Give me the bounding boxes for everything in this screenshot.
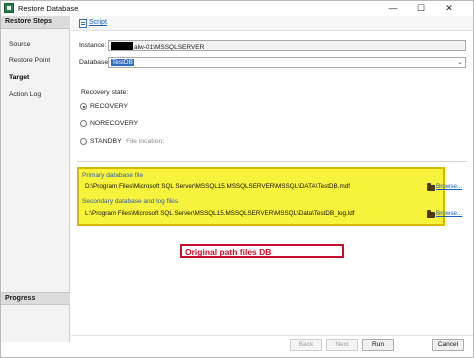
radio-standby-label: STANDBY <box>90 138 122 145</box>
app-icon <box>4 3 14 13</box>
bottom-bar <box>71 335 473 357</box>
window-title: Restore Database <box>18 4 79 13</box>
step-action-log[interactable]: Action Log <box>9 91 41 98</box>
file-location-label: File location: <box>126 138 165 145</box>
back-button[interactable]: Back <box>290 339 322 351</box>
chevron-down-icon: ⌄ <box>457 59 463 66</box>
annotation-box: Original path files DB <box>180 244 344 258</box>
file-paths-highlight: Primary database file D:\Program Files\M… <box>77 167 462 226</box>
secondary-file-path: L:\Program Files\Microsoft SQL Server\MS… <box>85 210 355 217</box>
folder-icon <box>427 210 435 218</box>
database-label: Database: <box>79 59 110 66</box>
primary-browse-link[interactable]: Browse... <box>436 183 462 190</box>
secondary-file-title: Secondary database and log files <box>82 198 179 205</box>
database-select[interactable]: TestDB ⌄ <box>108 57 466 68</box>
redacted-block <box>111 42 133 50</box>
minimize-button[interactable]: — <box>379 1 407 16</box>
cancel-button[interactable]: Cancel <box>432 339 464 351</box>
step-restore-point[interactable]: Restore Point <box>9 57 50 64</box>
primary-file-path: D:\Program Files\Microsoft SQL Server\MS… <box>85 183 351 190</box>
script-icon[interactable] <box>79 19 87 28</box>
step-source[interactable]: Source <box>9 41 31 48</box>
close-button[interactable]: ✕ <box>435 1 463 16</box>
database-value: TestDB <box>111 59 134 66</box>
restore-steps-header: Restore Steps <box>1 16 70 29</box>
progress-header: Progress <box>1 292 70 305</box>
instance-label: Instance: <box>79 42 107 49</box>
script-button[interactable]: Script <box>89 19 107 26</box>
toolbar: Script <box>71 16 473 31</box>
maximize-button[interactable]: ☐ <box>407 1 435 16</box>
radio-norecovery[interactable] <box>80 120 87 127</box>
recovery-state-label: Recovery state: <box>81 89 129 96</box>
next-button[interactable]: Next <box>326 339 358 351</box>
primary-file-title: Primary database file <box>82 172 144 179</box>
step-target[interactable]: Target <box>9 74 29 81</box>
radio-recovery-label: RECOVERY <box>90 103 129 110</box>
instance-field[interactable]: alw-01\MSSQLSERVER <box>108 40 466 51</box>
radio-norecovery-label: NORECOVERY <box>90 120 139 127</box>
title-bar: Restore Database — ☐ ✕ <box>1 1 473 16</box>
instance-value: alw-01\MSSQLSERVER <box>134 44 205 51</box>
restore-steps-panel: Restore Steps Source Restore Point Targe… <box>1 16 70 342</box>
divider <box>77 161 467 162</box>
restore-database-window: Restore Database — ☐ ✕ Restore Steps Sou… <box>0 0 474 358</box>
radio-recovery[interactable] <box>80 103 87 110</box>
run-button[interactable]: Run <box>362 339 394 351</box>
folder-icon <box>427 183 435 191</box>
radio-standby[interactable] <box>80 138 87 145</box>
secondary-browse-link[interactable]: Browse... <box>436 210 462 217</box>
